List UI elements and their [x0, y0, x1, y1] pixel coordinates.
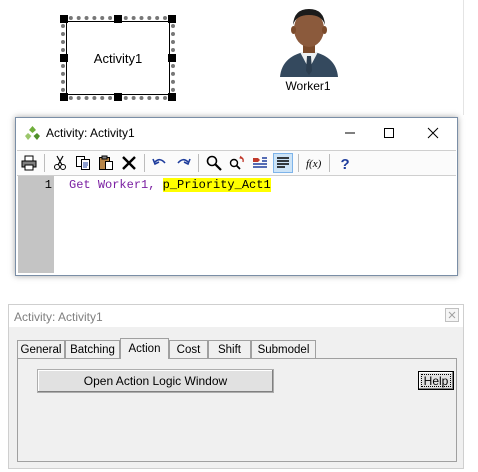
- resize-handle-nw[interactable]: [60, 15, 68, 23]
- svg-text:?: ?: [341, 156, 350, 171]
- line-number: 1: [44, 178, 52, 192]
- editor-titlebar[interactable]: Activity: Activity1: [16, 118, 457, 148]
- activity-dialog: Activity: Activity1 General Batching Act…: [8, 304, 464, 469]
- close-button[interactable]: [412, 118, 454, 148]
- help-icon[interactable]: ?: [335, 153, 355, 173]
- maximize-button[interactable]: [368, 118, 410, 148]
- minimize-icon: [345, 132, 355, 134]
- tab-batching[interactable]: Batching: [65, 340, 120, 358]
- open-action-logic-button[interactable]: Open Action Logic Window: [37, 369, 274, 393]
- tab-shift[interactable]: Shift: [208, 340, 251, 358]
- tab-cost[interactable]: Cost: [169, 340, 208, 358]
- line-number-gutter: 1: [18, 176, 54, 273]
- toolbar-separator: [198, 154, 199, 172]
- logic-editor-window: Activity: Activity1 f(x) ? 1 Get Worker1…: [15, 117, 458, 276]
- app-logo-icon: [25, 126, 40, 140]
- find-icon[interactable]: [204, 153, 224, 173]
- code-highlighted-attribute: p_Priority_Act1: [162, 178, 271, 192]
- delete-icon[interactable]: [119, 153, 139, 173]
- toolbar-separator: [144, 154, 145, 172]
- resize-handle-w[interactable]: [60, 54, 68, 62]
- toggle-bookmark-icon[interactable]: [250, 153, 270, 173]
- code-keyword: Get: [69, 178, 91, 192]
- dialog-title: Activity: Activity1: [14, 310, 103, 324]
- editor-toolbar: f(x) ?: [17, 150, 456, 176]
- toolbar-separator: [298, 154, 299, 172]
- editor-title: Activity: Activity1: [46, 126, 135, 140]
- dialog-close-button[interactable]: [445, 308, 459, 322]
- print-icon[interactable]: [19, 153, 39, 173]
- tab-action[interactable]: Action: [120, 338, 169, 359]
- cut-icon[interactable]: [50, 153, 70, 173]
- maximize-icon: [384, 128, 394, 138]
- code-resource: Worker1,: [97, 178, 156, 192]
- resize-handle-s[interactable]: [114, 93, 122, 101]
- tab-general[interactable]: General: [17, 340, 65, 358]
- format-icon[interactable]: [273, 153, 293, 173]
- redo-icon[interactable]: [173, 153, 193, 173]
- resize-handle-se[interactable]: [168, 93, 176, 101]
- canvas-divider: [463, 0, 464, 115]
- function-icon[interactable]: f(x): [304, 153, 324, 173]
- worker-label: Worker1: [285, 79, 331, 93]
- resize-handle-n[interactable]: [114, 15, 122, 23]
- close-icon: [448, 311, 456, 319]
- close-icon: [427, 127, 439, 139]
- tab-submodel[interactable]: Submodel: [251, 340, 316, 358]
- paste-icon[interactable]: [96, 153, 116, 173]
- resize-handle-ne[interactable]: [168, 15, 176, 23]
- code-line[interactable]: Get Worker1, p_Priority_Act1: [69, 178, 271, 193]
- action-tab-panel: Open Action Logic Window Help: [17, 358, 457, 462]
- worker-icon[interactable]: [278, 5, 340, 77]
- undo-icon[interactable]: [150, 153, 170, 173]
- help-button[interactable]: Help: [418, 371, 454, 390]
- minimize-button[interactable]: [329, 118, 371, 148]
- resize-handle-sw[interactable]: [60, 93, 68, 101]
- svg-text:f(x): f(x): [306, 158, 322, 170]
- resize-handle-e[interactable]: [168, 54, 176, 62]
- dialog-titlebar[interactable]: Activity: Activity1: [9, 305, 463, 327]
- activity-node[interactable]: Activity1: [61, 16, 175, 100]
- toolbar-separator: [329, 154, 330, 172]
- replace-icon[interactable]: [227, 153, 247, 173]
- copy-icon[interactable]: [73, 153, 93, 173]
- toolbar-separator: [44, 154, 45, 172]
- activity-node-label: Activity1: [93, 50, 143, 66]
